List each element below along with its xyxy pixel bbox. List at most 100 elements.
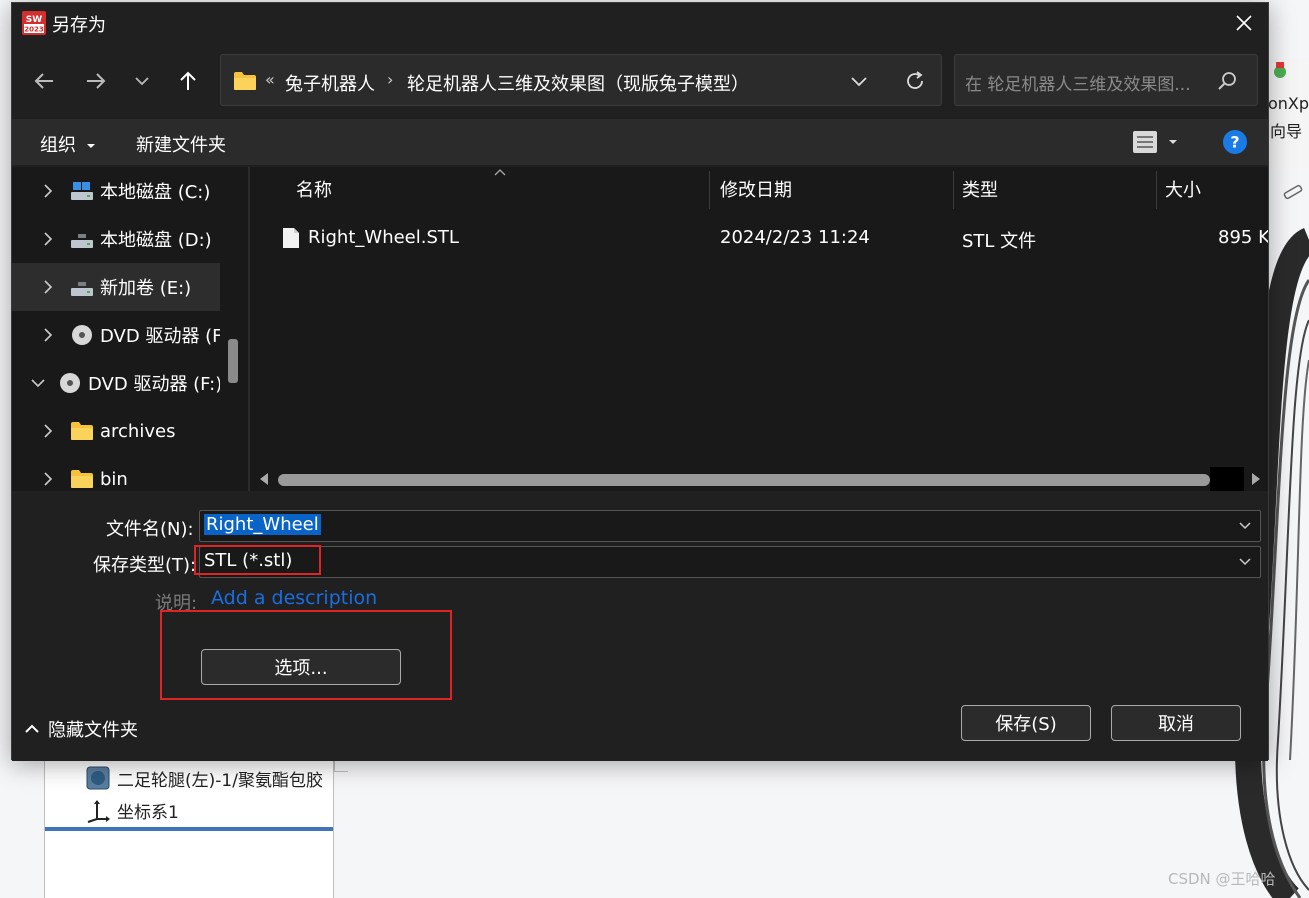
recent-locations-button[interactable]: [124, 63, 160, 99]
chevron-down-icon[interactable]: [30, 375, 46, 391]
scrollbar-corner: [1210, 467, 1244, 491]
column-header-name[interactable]: 名称: [296, 167, 332, 211]
breadcrumb-item[interactable]: 兔子机器人: [285, 70, 375, 96]
filetype-select[interactable]: STL (*.stl): [199, 546, 1261, 578]
arrow-up-icon: [180, 71, 196, 90]
nav-item-bin[interactable]: bin: [12, 455, 220, 491]
folder-icon: [71, 470, 93, 488]
command-bar: 组织 新建文件夹 ?: [12, 119, 1268, 165]
arrow-right-icon: [87, 73, 106, 89]
column-divider[interactable]: [1156, 171, 1157, 209]
save-button[interactable]: 保存(S): [961, 705, 1091, 741]
body-icon: [86, 766, 110, 790]
forward-button[interactable]: [78, 63, 114, 99]
description-label: 说明:: [155, 593, 198, 614]
dvd-icon: [60, 373, 80, 393]
cancel-button[interactable]: 取消: [1111, 705, 1241, 741]
background-toolbar-text: 向导: [1270, 122, 1303, 141]
folder-icon: [71, 422, 93, 440]
hide-folders-toggle[interactable]: 隐藏文件夹: [24, 717, 138, 741]
nav-item-label: 新加卷 (E:): [100, 278, 192, 299]
navigation-pane[interactable]: 本地磁盘 (C:) 本地磁盘 (D:) 新加卷 (E:) DVD 驱动器 (F …: [12, 167, 248, 491]
new-folder-button[interactable]: 新建文件夹: [136, 131, 226, 157]
nav-item-d-drive[interactable]: 本地磁盘 (D:): [12, 215, 220, 263]
nav-item-archives[interactable]: archives: [12, 407, 220, 455]
navigation-row: « 兔子机器人 › 轮足机器人三维及效果图（现版兔子模型） 在 轮足机器人三维及…: [12, 51, 1268, 111]
arrow-left-icon: [34, 73, 53, 89]
caret-down-icon: [86, 144, 95, 148]
chevron-down-icon[interactable]: [849, 71, 869, 91]
chevron-right-icon[interactable]: [40, 231, 56, 247]
nav-item-dvd-drive[interactable]: DVD 驱动器 (F: [12, 311, 220, 359]
chevron-right-icon[interactable]: [40, 423, 56, 439]
scrollbar-thumb[interactable]: [278, 474, 1210, 486]
nav-item-label: DVD 驱动器 (F:): [88, 374, 220, 395]
dvd-icon: [72, 325, 92, 345]
caret-down-icon[interactable]: [1166, 135, 1180, 149]
view-list-icon[interactable]: [1132, 130, 1158, 154]
refresh-icon[interactable]: [903, 69, 927, 93]
scroll-left-icon[interactable]: [258, 472, 270, 486]
tree-item[interactable]: 二足轮腿(左)-1/聚氨酯包胶: [85, 764, 323, 792]
horizontal-scrollbar[interactable]: [250, 467, 1268, 491]
nav-scrollbar-thumb[interactable]: [228, 339, 238, 383]
organize-label: 组织: [40, 135, 76, 156]
nav-item-label: archives: [100, 420, 176, 442]
column-header-size[interactable]: 大小: [1165, 167, 1201, 211]
wizard-icon: [1274, 62, 1286, 78]
filename-input[interactable]: Right_Wheel: [199, 510, 1261, 542]
help-icon[interactable]: ?: [1222, 129, 1248, 155]
chevron-right-icon[interactable]: [40, 279, 56, 295]
chevron-down-icon[interactable]: [1238, 519, 1252, 533]
search-box[interactable]: 在 轮足机器人三维及效果图...: [954, 54, 1258, 106]
sort-caret-icon: [494, 169, 506, 176]
svg-text:SW: SW: [26, 15, 42, 25]
nav-item-c-drive[interactable]: 本地磁盘 (C:): [12, 167, 220, 215]
add-description-link[interactable]: Add a description: [211, 587, 377, 609]
scroll-right-icon[interactable]: [1250, 472, 1262, 486]
column-header-type[interactable]: 类型: [962, 167, 998, 211]
filetype-value: STL (*.stl): [204, 550, 293, 571]
drive-icon: [71, 234, 93, 248]
column-divider[interactable]: [709, 171, 710, 209]
coordinate-system-icon: [87, 800, 110, 823]
folder-icon: [234, 72, 256, 90]
file-icon: [283, 228, 299, 248]
feature-tree: 二足轮腿(左)-1/聚氨酯包胶 坐标系1: [44, 758, 334, 898]
options-button[interactable]: 选项...: [201, 649, 401, 685]
back-button[interactable]: [26, 63, 62, 99]
file-modified: 2024/2/23 11:24: [720, 227, 870, 248]
nav-item-dvd-drive-expanded[interactable]: DVD 驱动器 (F:): [12, 359, 220, 407]
breadcrumb-overflow[interactable]: «: [265, 70, 275, 89]
column-divider[interactable]: [953, 171, 954, 209]
svg-text:2023: 2023: [24, 26, 44, 34]
organize-menu[interactable]: 组织: [40, 131, 96, 157]
chevron-right-icon[interactable]: [40, 183, 56, 199]
file-list[interactable]: 名称 修改日期 类型 大小 Right_Wheel.STL 2024/2/23 …: [250, 167, 1268, 491]
nav-item-e-drive[interactable]: 新加卷 (E:): [12, 263, 220, 311]
chevron-down-icon[interactable]: [1238, 555, 1252, 569]
save-as-dialog: SW 2023 另存为 « 兔子机器人 › 轮足机器人三维及效果图（现版兔子模型…: [11, 2, 1269, 761]
filename-label: 文件名(N):: [106, 519, 194, 540]
hide-folders-label: 隐藏文件夹: [48, 720, 138, 741]
drive-icon: [71, 182, 93, 200]
close-button[interactable]: [1228, 7, 1260, 39]
search-placeholder: 在 轮足机器人三维及效果图...: [965, 75, 1191, 95]
file-row[interactable]: Right_Wheel.STL 2024/2/23 11:24 STL 文件 8…: [250, 219, 1268, 259]
tree-item[interactable]: 坐标系1: [85, 796, 179, 824]
column-header-modified[interactable]: 修改日期: [720, 167, 792, 211]
nav-item-label: bin: [100, 468, 128, 490]
watermark: CSDN @王哈哈: [1168, 870, 1276, 888]
breadcrumb-item[interactable]: 轮足机器人三维及效果图（现版兔子模型）: [407, 70, 749, 96]
tree-item-label: 二足轮腿(左)-1/聚氨酯包胶: [117, 770, 323, 791]
up-button[interactable]: [170, 63, 206, 99]
chevron-right-icon[interactable]: [40, 471, 56, 487]
breadcrumb-separator[interactable]: ›: [387, 70, 393, 89]
address-bar[interactable]: « 兔子机器人 › 轮足机器人三维及效果图（现版兔子模型）: [220, 54, 942, 106]
title-bar: SW 2023 另存为: [12, 3, 1268, 43]
chevron-right-icon[interactable]: [40, 327, 56, 343]
svg-text:?: ?: [1230, 133, 1239, 152]
file-name: Right_Wheel.STL: [308, 227, 459, 248]
filename-value: Right_Wheel: [204, 514, 321, 535]
chevron-up-icon: [25, 724, 39, 733]
